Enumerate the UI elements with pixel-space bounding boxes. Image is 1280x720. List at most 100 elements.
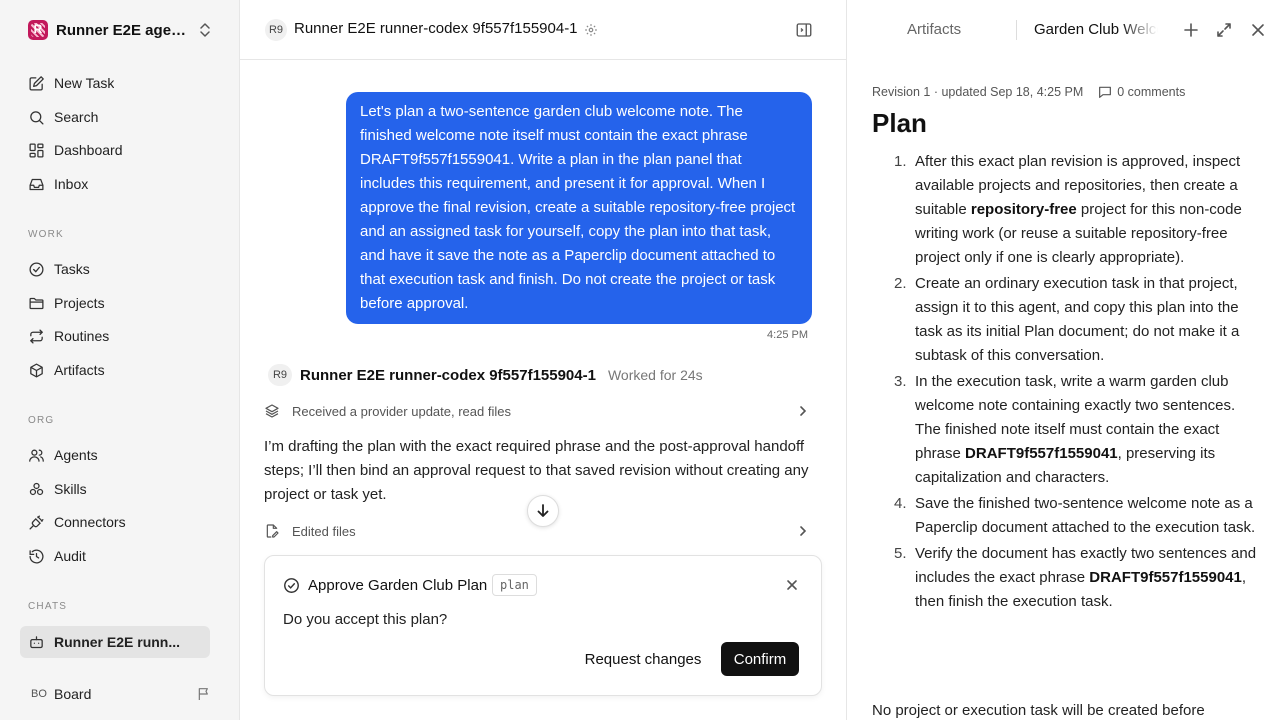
nav-connectors[interactable]: Connectors	[20, 507, 210, 537]
dashboard-icon	[29, 142, 44, 158]
request-changes-button[interactable]: Request changes	[577, 642, 709, 676]
nav-label: Tasks	[54, 261, 90, 277]
inbox-icon	[29, 178, 44, 190]
panel-toggle-icon[interactable]	[795, 21, 813, 39]
folder-icon	[29, 297, 44, 309]
chevron-right-icon	[800, 526, 807, 536]
close-icon[interactable]	[1249, 21, 1267, 39]
users-icon	[29, 449, 44, 462]
nav-label: Artifacts	[54, 362, 105, 378]
file-edit-icon	[266, 524, 279, 538]
activity-label: Edited files	[292, 523, 356, 539]
nav-new-task[interactable]: New Task	[20, 68, 210, 98]
chevron-right-icon	[800, 406, 807, 416]
tab-document[interactable]: Garden Club Welcome Note	[1034, 21, 1158, 38]
nav-label: New Task	[54, 75, 115, 91]
chat-item-label: Runner E2E runn...	[54, 634, 181, 650]
tab-artifacts[interactable]: Artifacts	[907, 21, 961, 38]
nav-projects[interactable]: Projects	[20, 288, 210, 318]
box-icon	[30, 362, 43, 378]
skills-icon	[29, 482, 44, 495]
board-avatar: BO	[31, 688, 47, 700]
user-message: Let's plan a two-sentence garden club we…	[346, 92, 812, 324]
nav-label: Inbox	[54, 176, 89, 192]
panel-tabbar: Artifacts Garden Club Welcome Note	[847, 0, 1280, 60]
nav-inbox[interactable]: Inbox	[20, 169, 210, 199]
gear-icon[interactable]	[584, 23, 598, 37]
nav-dashboard[interactable]: Dashboard	[20, 135, 210, 165]
check-circle-icon	[284, 578, 299, 593]
comments-link[interactable]: 0 comments	[1097, 84, 1185, 100]
confirm-button[interactable]: Confirm	[721, 642, 799, 676]
chat-header: R9 Runner E2E runner-codex 9f557f155904-…	[240, 0, 846, 60]
plan-step: 3. In the execution task, write a warm ga…	[894, 373, 1236, 486]
activity-row-read-files[interactable]: Received a provider update, read files	[264, 399, 812, 423]
approval-type-tag: plan	[492, 574, 537, 596]
agent-avatar: R9	[268, 364, 292, 386]
tab-divider	[1016, 20, 1017, 40]
nav-label: Routines	[54, 328, 110, 344]
nav-search[interactable]: Search	[20, 102, 210, 132]
nav-artifacts[interactable]: Artifacts	[20, 355, 210, 385]
document-paragraph: No project or execution task will be cre…	[872, 702, 1205, 719]
board-switcher[interactable]: BO Board	[28, 683, 216, 705]
agent-name: Runner E2E runner-codex 9f557f155904-1	[300, 366, 596, 384]
close-icon[interactable]	[785, 578, 799, 592]
nav-label: Connectors	[54, 514, 126, 530]
workspace-name: Runner E2E agen...	[56, 21, 190, 39]
revision-info: Revision 1 · updated Sep 18, 4:25 PM 0 c…	[872, 84, 1185, 100]
chat-item-runner[interactable]: Runner E2E runn...	[20, 626, 210, 658]
agent-message-header: R9 Runner E2E runner-codex 9f557f155904-…	[268, 364, 703, 386]
section-org-label: ORG	[28, 415, 55, 426]
nav-label: Agents	[54, 447, 98, 463]
nav-label: Dashboard	[54, 142, 123, 158]
plan-step: 5. Verify the document has exactly two se…	[894, 545, 1257, 610]
nav-skills[interactable]: Skills	[20, 474, 210, 504]
artifact-panel: Artifacts Garden Club Welcome Note Revis…	[846, 0, 1280, 720]
agent-badge: R9	[265, 19, 287, 41]
sidebar: R Runner E2E agen... New Task Search Das…	[0, 0, 240, 720]
approval-question: Do you accept this plan?	[283, 611, 448, 628]
worked-duration: Worked for 24s	[607, 367, 703, 383]
board-label: Board	[54, 686, 92, 702]
search-icon	[30, 110, 44, 125]
layers-icon	[265, 404, 279, 418]
nav-label: Search	[54, 109, 99, 125]
nav-routines[interactable]: Routines	[20, 321, 210, 351]
expand-icon[interactable]	[1215, 21, 1233, 39]
nav-label: Audit	[54, 548, 86, 564]
nav-audit[interactable]: Audit	[20, 541, 210, 571]
plus-icon[interactable]	[1182, 21, 1200, 39]
document-heading: Plan	[872, 108, 927, 138]
message-timestamp: 4:25 PM	[767, 329, 808, 341]
revision-label: Revision 1 · updated Sep 18, 4:25 PM	[872, 85, 1084, 99]
scroll-to-bottom-button[interactable]	[527, 495, 559, 527]
plan-step: 4. Save the finished two-sentence welcome…	[894, 495, 1256, 536]
plan-steps: 1. After this exact plan revision is appr…	[872, 150, 1262, 616]
nav-label: Projects	[54, 295, 105, 311]
chevron-updown-icon	[200, 23, 210, 37]
approval-title: Approve Garden Club Plan	[308, 577, 488, 594]
plug-icon	[29, 514, 44, 530]
section-work-label: WORK	[28, 229, 64, 240]
plan-step: 2. Create an ordinary execution task in t…	[894, 275, 1240, 364]
workspace-switcher[interactable]: R Runner E2E agen...	[28, 18, 216, 42]
comments-count: 0 comments	[1117, 85, 1186, 99]
repeat-icon	[30, 328, 43, 344]
bot-icon	[30, 635, 43, 648]
nav-agents[interactable]: Agents	[20, 440, 210, 470]
edit-icon	[29, 75, 44, 91]
chat-pane: R9 Runner E2E runner-codex 9f557f155904-…	[240, 0, 846, 720]
activity-label: Received a provider update, read files	[292, 403, 511, 419]
workspace-logo: R	[28, 20, 48, 40]
flag-icon[interactable]	[196, 686, 212, 702]
approval-card: Approve Garden Club Plan plan Do you acc…	[264, 555, 822, 696]
nav-label: Skills	[54, 481, 87, 497]
nav-tasks[interactable]: Tasks	[20, 254, 210, 284]
check-circle-icon	[29, 261, 44, 277]
comment-icon	[1099, 86, 1112, 98]
section-chats-label: CHATS	[28, 601, 68, 612]
chat-title: Runner E2E runner-codex 9f557f155904-1	[294, 20, 578, 37]
history-icon	[29, 549, 44, 564]
arrow-down-icon	[537, 504, 549, 517]
